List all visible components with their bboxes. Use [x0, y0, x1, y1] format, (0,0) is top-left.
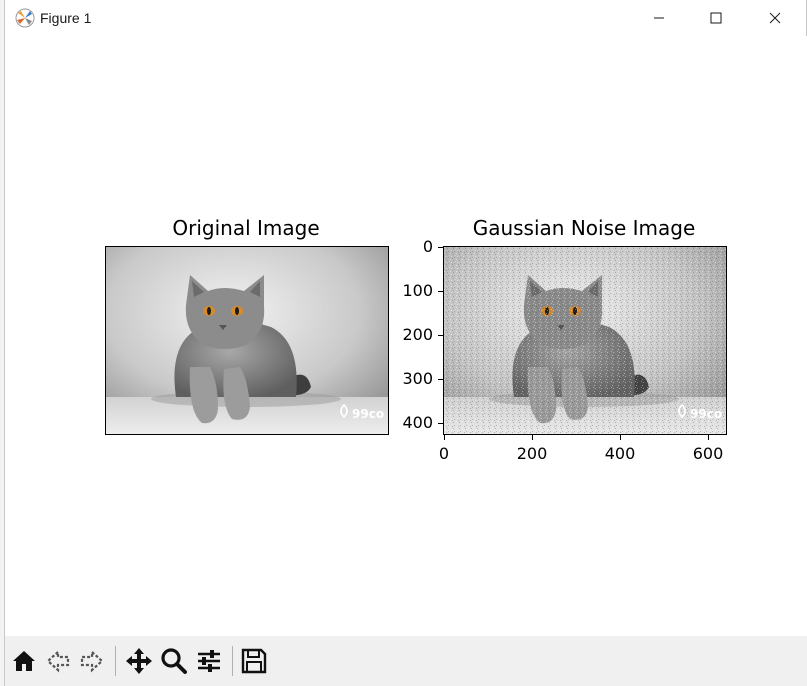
figure-window: Figure 1 Original Image 99co Gaussian No…: [4, 0, 807, 686]
xtick-mark: [532, 435, 533, 440]
ytick-label: 400: [402, 413, 433, 432]
save-icon: [241, 648, 267, 674]
save-button[interactable]: [239, 646, 269, 676]
close-button[interactable]: [747, 0, 803, 36]
original-image: 99co: [105, 246, 389, 435]
ytick-label: 200: [402, 325, 433, 344]
pan-button[interactable]: [124, 646, 154, 676]
svg-text:99co: 99co: [352, 407, 384, 421]
home-button[interactable]: [9, 646, 39, 676]
toolbar-separator: [232, 646, 233, 676]
back-icon: [46, 649, 70, 673]
minimize-icon: [654, 17, 664, 19]
ytick-mark: [438, 423, 443, 424]
xtick-label: 600: [692, 444, 724, 463]
ytick-label: 0: [422, 237, 433, 256]
close-icon: [769, 12, 781, 24]
ytick-mark: [438, 379, 443, 380]
zoom-button[interactable]: [159, 646, 189, 676]
window-title: Figure 1: [40, 10, 92, 26]
ytick-label: 300: [402, 369, 433, 388]
ytick-label: 100: [402, 281, 433, 300]
cat-photo-original: 99co: [106, 247, 388, 434]
xtick-mark: [620, 435, 621, 440]
configure-subplots-button[interactable]: [194, 646, 224, 676]
xtick-mark: [444, 435, 445, 440]
maximize-icon: [710, 12, 722, 24]
pan-icon: [126, 648, 152, 674]
ytick-mark: [438, 335, 443, 336]
back-button[interactable]: [43, 646, 73, 676]
xtick-mark: [708, 435, 709, 440]
xtick-label: 400: [604, 444, 636, 463]
navigation-toolbar: [5, 636, 807, 686]
title-bar[interactable]: Figure 1: [5, 0, 806, 36]
gaussian-noise-image: 99co: [443, 246, 727, 435]
xtick-label: 200: [516, 444, 548, 463]
forward-icon: [80, 649, 104, 673]
left-axes-title: Original Image: [172, 216, 320, 240]
right-axes-title: Gaussian Noise Image: [472, 216, 696, 240]
svg-text:99co: 99co: [690, 407, 722, 421]
matplotlib-app-icon: [15, 8, 35, 28]
xtick-label: 0: [438, 444, 450, 463]
figure-canvas[interactable]: Original Image 99co Gaussian Noise Image…: [5, 36, 807, 636]
forward-button[interactable]: [77, 646, 107, 676]
ytick-mark: [438, 247, 443, 248]
toolbar-separator: [115, 646, 116, 676]
ytick-mark: [438, 291, 443, 292]
home-icon: [13, 651, 35, 671]
minimize-button[interactable]: [631, 0, 687, 36]
zoom-icon: [161, 648, 187, 674]
configure-subplots-icon: [198, 650, 220, 672]
cat-photo-noisy: 99co: [444, 247, 726, 434]
maximize-button[interactable]: [688, 0, 744, 36]
